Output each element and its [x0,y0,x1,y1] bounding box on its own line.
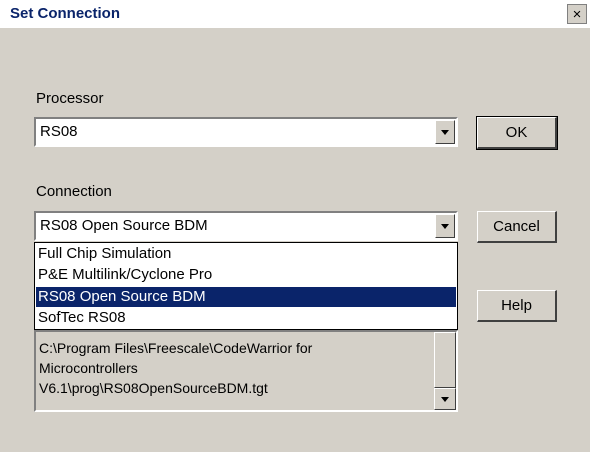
processor-label: Processor [36,90,104,107]
path-textbox[interactable]: C:\Program Files\Freescale\CodeWarrior f… [34,330,458,412]
path-line: V6.1\prog\RS08OpenSourceBDM.tgt [39,380,268,396]
path-line: Microcontrollers [39,360,138,376]
connection-select[interactable]: RS08 Open Source BDM [34,211,458,241]
close-icon: × [572,6,582,23]
close-button[interactable]: × [567,4,587,24]
path-text: C:\Program Files\Freescale\CodeWarrior f… [39,338,429,398]
scrollbar-thumb[interactable] [434,332,456,388]
chevron-down-icon[interactable] [435,214,455,238]
connection-option[interactable]: P&E Multilink/Cyclone Pro [36,265,456,285]
connection-option-selected[interactable]: RS08 Open Source BDM [36,287,456,307]
help-button[interactable]: Help [477,290,557,322]
processor-select[interactable]: RS08 [34,117,458,147]
connection-value: RS08 Open Source BDM [40,217,208,234]
scroll-down-icon[interactable] [434,388,456,410]
processor-value: RS08 [40,123,78,140]
connection-label: Connection [36,183,112,200]
ok-button[interactable]: OK [476,116,558,150]
connection-dropdown-list[interactable]: Full Chip Simulation P&E Multilink/Cyclo… [34,242,458,330]
cancel-button[interactable]: Cancel [477,211,557,243]
connection-option[interactable]: Full Chip Simulation [36,244,456,264]
path-line: C:\Program Files\Freescale\CodeWarrior f… [39,340,313,356]
vertical-scrollbar[interactable] [434,332,456,410]
connection-option[interactable]: SofTec RS08 [36,308,456,328]
chevron-down-icon[interactable] [435,120,455,144]
dialog-title: Set Connection [10,5,121,22]
title-bar: Set Connection × [0,0,590,28]
